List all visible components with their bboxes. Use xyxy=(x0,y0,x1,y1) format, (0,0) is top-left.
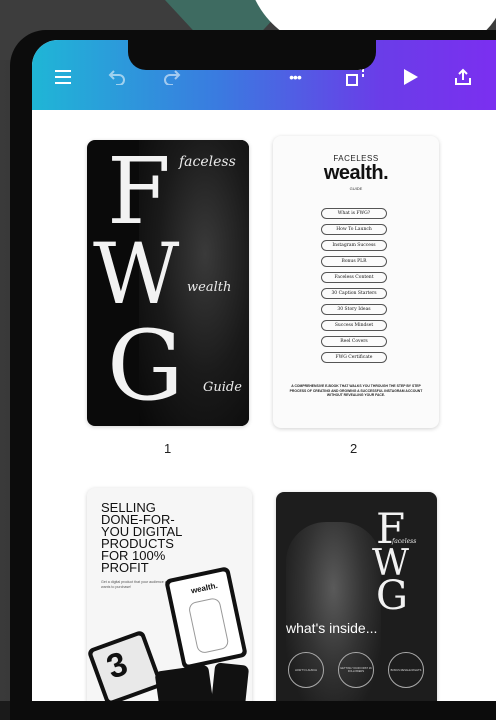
headline: SELLING DONE-FOR- YOU DIGITAL PRODUCTS F… xyxy=(101,501,241,574)
contents-item: Bonus PLR xyxy=(321,256,387,267)
contents-item: Instagram Success xyxy=(321,240,387,251)
description-text: A COMPREHENSIVE E-BOOK THAT WALKS YOU TH… xyxy=(289,384,423,398)
script-faceless: faceless xyxy=(392,538,417,545)
page-thumbnail-3[interactable]: SELLING DONE-FOR- YOU DIGITAL PRODUCTS F… xyxy=(87,488,252,701)
page-thumbnail-4[interactable]: F W G faceless what's inside... HOW TO L… xyxy=(276,492,437,701)
undo-icon[interactable] xyxy=(104,62,130,92)
whats-inside-heading: what's inside... xyxy=(286,620,378,636)
phone-notch xyxy=(128,40,376,70)
menu-icon[interactable] xyxy=(50,62,76,92)
contents-item: Reel Covers xyxy=(321,336,387,347)
share-icon[interactable] xyxy=(450,62,476,92)
feature-circle: GETTING YOUR FIRST 1K FOLLOWERS xyxy=(338,652,374,688)
page-thumbnail-2[interactable]: FACELESS wealth. GUIDE What is FWG? How … xyxy=(273,136,439,428)
feature-circle: HOW TO LAUNCH xyxy=(288,652,324,688)
contents-item: What is FWG? xyxy=(321,208,387,219)
script-wealth: wealth xyxy=(187,280,232,295)
letter-w: W xyxy=(93,225,180,323)
contents-item: Success Mindset xyxy=(321,320,387,331)
title-big: wealth. xyxy=(323,162,389,184)
script-guide: Guide xyxy=(203,380,242,395)
contents-item: Faceless Content xyxy=(321,272,387,283)
tablet-mockup: wealth. xyxy=(164,566,248,670)
letter-g: G xyxy=(376,573,408,619)
title-sub: GUIDE xyxy=(349,186,363,191)
contents-item: FWG Certificate xyxy=(321,352,387,363)
contents-item: 30 Story Ideas xyxy=(321,304,387,315)
phone-mockup: 3 xyxy=(87,629,164,701)
tablet-title: wealth. xyxy=(190,580,219,596)
page-number-2: 2 xyxy=(350,441,358,456)
contents-item: 30 Caption Starters xyxy=(321,288,387,299)
page-thumbnail-1[interactable]: F W G faceless wealth Guide xyxy=(87,140,249,426)
play-icon[interactable] xyxy=(398,62,424,92)
editor-screen: ••• F W G faceless wealth Guide 1 FACELE… xyxy=(32,40,496,701)
big-number: 3 xyxy=(101,644,133,687)
feature-circle: BONUS RESALE RIGHTS xyxy=(388,652,424,688)
tablet-mockup-right xyxy=(210,662,250,701)
tablet-screen: wealth. xyxy=(168,570,244,666)
letter-g: G xyxy=(107,310,184,422)
phone-screen: 3 xyxy=(91,634,159,701)
tablet-list xyxy=(187,596,230,655)
tablet-mockup-small xyxy=(154,664,214,701)
script-faceless: faceless xyxy=(179,154,236,170)
contents-item: How To Launch xyxy=(321,224,387,235)
page-number-1: 1 xyxy=(164,441,172,456)
